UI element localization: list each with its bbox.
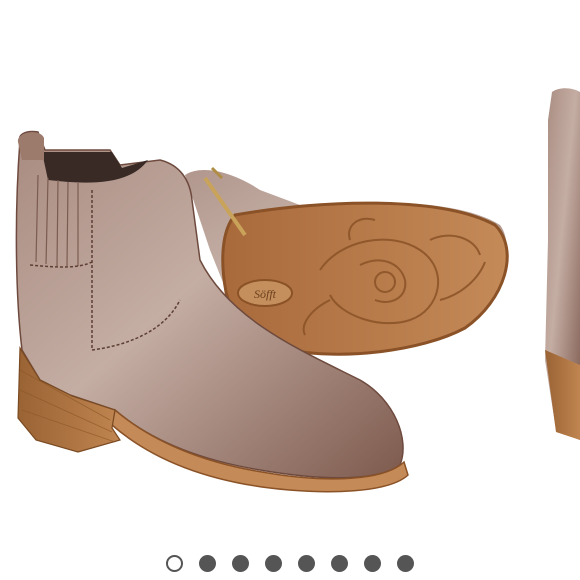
boot-product-photo: Söfft — [15, 88, 580, 493]
carousel-dot-5[interactable] — [298, 554, 315, 572]
carousel-dot-1[interactable] — [166, 554, 183, 572]
carousel-pagination — [0, 552, 580, 574]
carousel-dot-8[interactable] — [397, 554, 414, 572]
carousel-dot-6[interactable] — [331, 554, 348, 572]
product-image-viewer: Söfft — [0, 0, 580, 580]
carousel-dot-3[interactable] — [232, 554, 249, 572]
svg-text:Söfft: Söfft — [254, 287, 277, 301]
carousel-dot-2[interactable] — [199, 554, 216, 572]
carousel-dot-4[interactable] — [265, 554, 282, 572]
next-boot-partial — [545, 88, 580, 440]
carousel-dot-7[interactable] — [364, 554, 381, 572]
